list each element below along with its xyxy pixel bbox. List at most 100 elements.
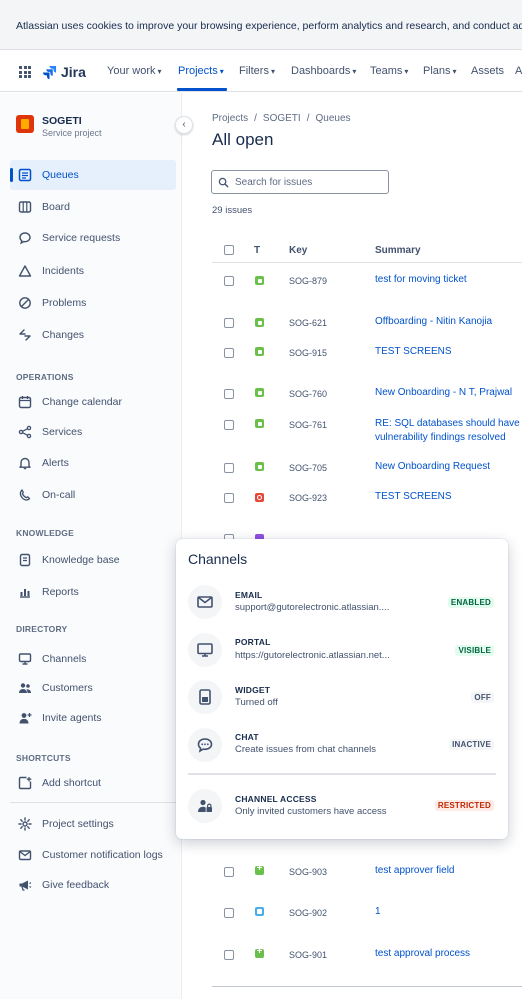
sidebar-item-alerts[interactable]: Alerts [10, 448, 176, 478]
channel-description: Create issues from chat channels [235, 744, 376, 755]
sidebar-item-change-calendar[interactable]: Change calendar [10, 387, 176, 417]
column-header-summary[interactable]: Summary [375, 245, 421, 256]
issue-key[interactable]: SOG-902 [289, 908, 327, 918]
chevron-left-icon: ‹ [182, 119, 186, 130]
issue-key[interactable]: SOG-879 [289, 276, 327, 286]
issue-key[interactable]: SOG-915 [289, 348, 327, 358]
issue-summary[interactable]: TEST SCREENS [375, 490, 452, 504]
sidebar-item-project-settings[interactable]: Project settings [10, 809, 176, 839]
sidebar-item-label: Project settings [42, 818, 114, 830]
page-title: All open [212, 130, 274, 149]
nav-projects[interactable]: Projects ▾ [178, 65, 224, 77]
chevron-down-icon: ▾ [219, 67, 224, 76]
nav-dashboards-label: Dashboards [291, 65, 351, 77]
add-shortcut-icon [18, 776, 32, 790]
sidebar-item-queues[interactable]: Queues [10, 160, 176, 190]
issue-count: 29 issues [212, 205, 253, 216]
portal-icon [188, 633, 222, 667]
sidebar-item-give-feedback[interactable]: Give feedback [10, 870, 176, 900]
nav-assets-label: Assets [471, 65, 505, 77]
nav-apps[interactable]: A [515, 65, 522, 77]
channel-description: Only invited customers have access [235, 806, 387, 817]
row-checkbox[interactable] [224, 348, 234, 358]
sidebar-item-label: Customer notification logs [42, 849, 163, 861]
row-checkbox[interactable] [224, 493, 234, 503]
issue-summary[interactable]: test for moving ticket [375, 273, 467, 287]
product-name: Jira [61, 64, 86, 80]
issue-key[interactable]: SOG-923 [289, 493, 327, 503]
issue-key[interactable]: SOG-901 [289, 950, 327, 960]
column-header-key[interactable]: Key [289, 245, 307, 256]
issue-summary[interactable]: test approval process [375, 947, 470, 961]
issue-key[interactable]: SOG-705 [289, 463, 327, 473]
sidebar-item-invite-agents[interactable]: Invite agents [10, 703, 176, 733]
issue-summary-line2[interactable]: vulnerability findings resolved [375, 431, 506, 445]
nav-your-work[interactable]: Your work ▾ [107, 65, 162, 77]
project-header[interactable]: SOGETI Service project [16, 115, 102, 140]
issue-summary[interactable]: test approver field [375, 864, 455, 878]
channel-description: support@gutorelectronic.atlassian.... [235, 602, 390, 613]
status-badge: RESTRICTED [434, 800, 494, 811]
issue-key[interactable]: SOG-761 [289, 420, 327, 430]
chevron-down-icon: ▾ [270, 67, 275, 76]
breadcrumb-project[interactable]: SOGETI [263, 113, 301, 124]
nav-apps-label: A [515, 65, 522, 77]
shortcuts-heading: SHORTCUTS [16, 753, 71, 763]
row-checkbox[interactable] [224, 389, 234, 399]
issue-summary[interactable]: 1 [375, 905, 381, 919]
active-nav-indicator [177, 88, 227, 91]
sidebar: SOGETI Service project Queues Board Serv… [0, 93, 182, 999]
directory-heading: DIRECTORY [16, 624, 68, 634]
status-badge: OFF [471, 692, 494, 703]
row-checkbox[interactable] [224, 318, 234, 328]
issue-summary[interactable]: Offboarding - Nitin Kanojia [375, 315, 492, 329]
sidebar-item-problems[interactable]: Problems [10, 288, 176, 318]
sidebar-item-board[interactable]: Board [10, 192, 176, 222]
sidebar-item-changes[interactable]: Changes [10, 320, 176, 350]
sidebar-item-service-requests[interactable]: Service requests [10, 223, 176, 253]
issue-summary[interactable]: New Onboarding Request [375, 460, 490, 474]
request-type-icon [255, 493, 264, 502]
nav-dashboards[interactable]: Dashboards ▾ [291, 65, 356, 77]
row-checkbox[interactable] [224, 463, 234, 473]
chevron-down-icon: ▾ [404, 67, 409, 76]
breadcrumb-projects[interactable]: Projects [212, 113, 248, 124]
service-requests-icon [18, 231, 32, 245]
issue-summary[interactable]: New Onboarding - N T, Prajwal [375, 386, 512, 400]
sidebar-item-channels[interactable]: Channels [10, 644, 176, 674]
issue-summary[interactable]: TEST SCREENS [375, 345, 452, 359]
chevron-down-icon: ▾ [352, 67, 357, 76]
sidebar-item-on-call[interactable]: On-call [10, 480, 176, 510]
nav-teams[interactable]: Teams ▾ [370, 65, 408, 77]
app-switcher-icon[interactable] [19, 66, 31, 78]
sidebar-item-knowledge-base[interactable]: Knowledge base [10, 545, 176, 575]
channel-title: PORTAL [235, 637, 271, 647]
sidebar-item-customers[interactable]: Customers [10, 673, 176, 703]
channel-title: WIDGET [235, 685, 271, 695]
issue-key[interactable]: SOG-903 [289, 867, 327, 877]
search-input[interactable]: Search for issues [211, 170, 389, 194]
issue-key[interactable]: SOG-760 [289, 389, 327, 399]
jira-logo[interactable]: Jira [42, 63, 86, 81]
row-checkbox[interactable] [224, 867, 234, 877]
nav-assets[interactable]: Assets [471, 65, 504, 77]
select-all-checkbox[interactable] [224, 245, 234, 255]
nav-your-work-label: Your work [107, 65, 156, 77]
issue-summary[interactable]: RE: SQL databases should have [375, 417, 520, 431]
row-checkbox[interactable] [224, 420, 234, 430]
sidebar-item-reports[interactable]: Reports [10, 577, 176, 607]
nav-plans[interactable]: Plans ▾ [423, 65, 457, 77]
row-checkbox[interactable] [224, 950, 234, 960]
row-checkbox[interactable] [224, 908, 234, 918]
sidebar-item-notification-logs[interactable]: Customer notification logs [10, 840, 176, 870]
chevron-down-icon: ▾ [157, 67, 162, 76]
column-header-type[interactable]: T [254, 245, 260, 256]
sidebar-item-services[interactable]: Services [10, 417, 176, 447]
sidebar-item-incidents[interactable]: Incidents [10, 256, 176, 286]
issue-key[interactable]: SOG-621 [289, 318, 327, 328]
sidebar-item-add-shortcut[interactable]: Add shortcut [10, 768, 176, 798]
breadcrumb-queues[interactable]: Queues [315, 113, 350, 124]
row-checkbox[interactable] [224, 276, 234, 286]
collapse-sidebar-button[interactable]: ‹ [175, 116, 193, 134]
nav-filters[interactable]: Filters ▾ [239, 65, 275, 77]
